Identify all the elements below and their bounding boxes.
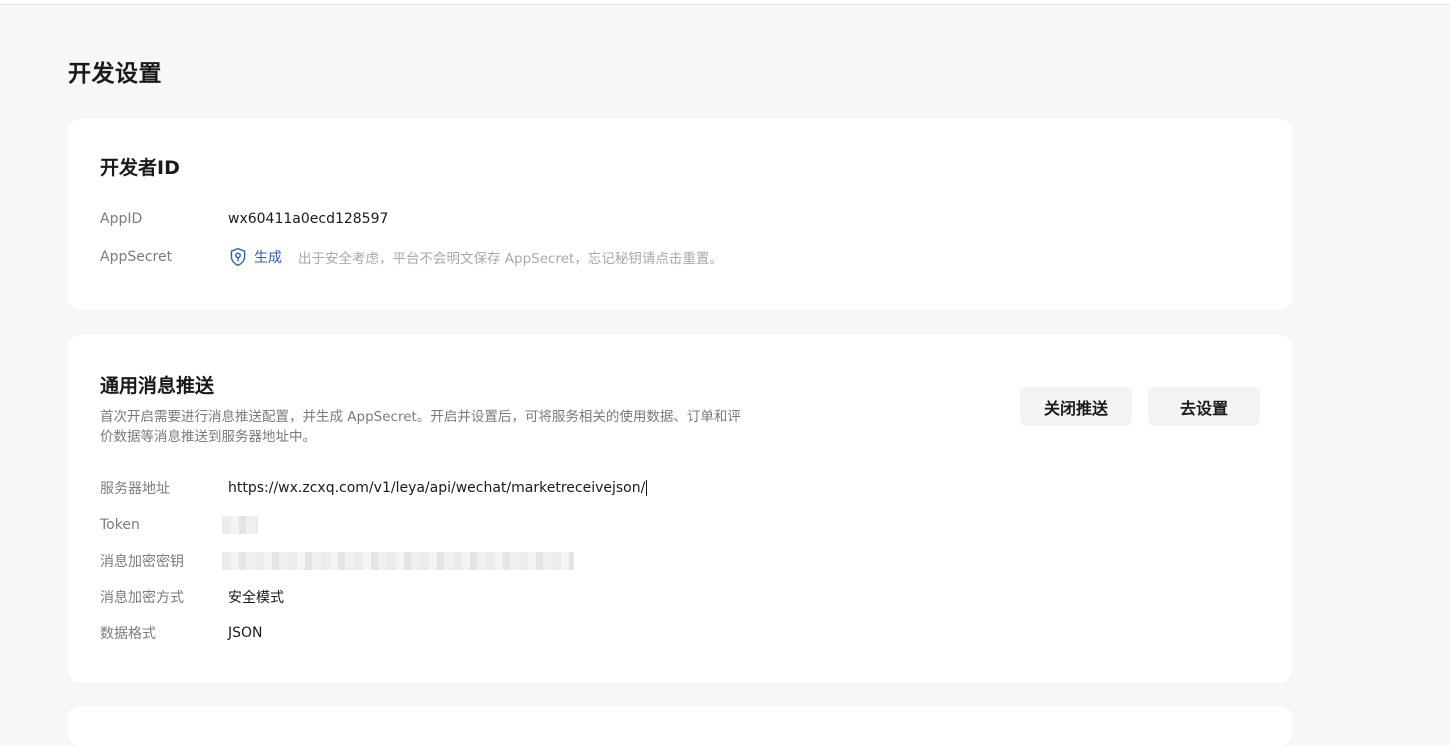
encryption-mode-value: 安全模式 [228,590,284,606]
encryption-mode-label: 消息加密方式 [100,590,184,606]
message-push-description: 首次开启需要进行消息推送配置，并生成 AppSecret。开启并设置后，可将服务… [100,409,741,445]
next-card [68,706,1292,746]
token-masked-value [222,516,258,534]
close-push-button[interactable]: 关闭推送 [1020,387,1132,426]
encryption-mode-row: 消息加密方式 安全模式 [100,587,284,607]
appid-label: AppID [100,211,143,227]
appid-row: AppID wx60411a0ecd128597 [100,209,388,229]
shield-key-icon [230,247,246,267]
server-url-value[interactable]: https://wx.zcxq.com/v1/leya/api/wechat/m… [228,480,648,496]
data-format-label: 数据格式 [100,626,156,642]
top-bar [0,0,1450,5]
message-push-title: 通用消息推送 [100,375,215,397]
data-format-row: 数据格式 JSON [100,623,263,643]
encryption-key-label: 消息加密密钥 [100,554,184,570]
appsecret-label: AppSecret [100,249,173,265]
page-title: 开发设置 [68,61,162,87]
appsecret-hint: 出于安全考虑，平台不会明文保存 AppSecret，忘记秘钥请点击重置。 [298,251,723,267]
appsecret-row: AppSecret 生成 出于安全考虑，平台不会明文保存 AppSecret，忘… [100,247,723,267]
encryption-key-masked-value [222,552,574,570]
generate-secret-button[interactable]: 生成 [228,247,282,267]
token-label: Token [100,517,140,533]
appid-value: wx60411a0ecd128597 [228,211,389,227]
server-url-text: https://wx.zcxq.com/v1/leya/api/wechat/m… [228,480,646,496]
encryption-key-row: 消息加密密钥 [100,551,574,571]
message-push-card: 通用消息推送 首次开启需要进行消息推送配置，并生成 AppSecret。开启并设… [68,335,1292,683]
text-cursor [646,480,648,496]
server-url-row: 服务器地址 https://wx.zcxq.com/v1/leya/api/we… [100,478,648,498]
developer-id-card: 开发者ID AppID wx60411a0ecd128597 AppSecret… [68,119,1292,310]
generate-label: 生成 [254,250,282,266]
developer-id-title: 开发者ID [100,157,180,179]
token-row: Token [100,515,258,535]
data-format-value: JSON [228,625,263,641]
server-url-label: 服务器地址 [100,481,170,497]
go-settings-button[interactable]: 去设置 [1148,387,1260,426]
